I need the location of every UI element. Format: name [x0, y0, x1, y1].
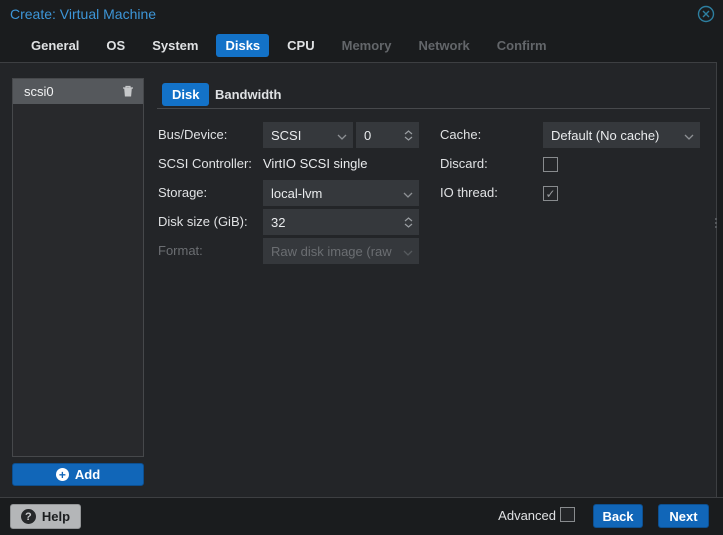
- scsi-controller-label: SCSI Controller:: [158, 156, 252, 171]
- tab-memory: Memory: [341, 37, 392, 53]
- chevron-down-icon: [403, 186, 413, 201]
- cache-combo[interactable]: Default (No cache): [543, 122, 700, 148]
- format-label: Format:: [158, 243, 203, 258]
- next-button[interactable]: Next: [658, 504, 709, 528]
- subtab-bandwidth[interactable]: Bandwidth: [205, 83, 291, 106]
- format-combo: Raw disk image (raw: [263, 238, 419, 264]
- close-icon[interactable]: [697, 5, 715, 23]
- disk-size-spinner[interactable]: 32: [263, 209, 419, 235]
- io-thread-label: IO thread:: [440, 185, 498, 200]
- tab-confirm: Confirm: [496, 37, 547, 53]
- disks-panel: scsi0 + Add Disk Bandwidth Bus/Device: S…: [0, 62, 717, 497]
- wizard-tabbar: General OS System Disks CPU Memory Netwo…: [0, 28, 723, 62]
- cache-combo-value: Default (No cache): [551, 127, 660, 143]
- io-thread-checkbox[interactable]: ✓: [543, 186, 558, 201]
- disk-list-item-scsi0[interactable]: scsi0: [13, 79, 143, 104]
- subtab-separator: [157, 108, 710, 109]
- discard-label: Discard:: [440, 156, 488, 171]
- add-disk-button[interactable]: + Add: [12, 463, 144, 486]
- disk-size-value: 32: [271, 214, 286, 230]
- discard-checkbox[interactable]: ✓: [543, 157, 558, 172]
- chevron-down-icon: [684, 128, 694, 143]
- panel-resize-handle[interactable]: [715, 218, 717, 244]
- delete-disk-icon[interactable]: [122, 85, 135, 99]
- dialog-footer: ? Help Advanced ✓ Back Next: [0, 497, 723, 535]
- add-button-label: Add: [74, 467, 101, 482]
- storage-label: Storage:: [158, 185, 208, 200]
- device-number-spinner[interactable]: 0: [356, 122, 419, 148]
- question-glyph: ?: [25, 510, 32, 523]
- storage-combo-value: local-lvm: [271, 185, 323, 201]
- chevron-down-icon: [337, 128, 347, 143]
- format-combo-value: Raw disk image (raw: [271, 243, 392, 259]
- spinner-arrows-icon[interactable]: [404, 216, 413, 228]
- tab-network: Network: [418, 37, 470, 53]
- chevron-down-icon: [403, 244, 413, 259]
- dialog-titlebar: Create: Virtual Machine: [0, 0, 723, 28]
- dialog-title: Create: Virtual Machine: [10, 6, 157, 22]
- advanced-checkbox[interactable]: ✓: [560, 507, 575, 522]
- tab-general[interactable]: General: [22, 34, 88, 57]
- subtab-disk[interactable]: Disk: [162, 83, 210, 106]
- bus-combo[interactable]: SCSI: [263, 122, 353, 148]
- disk-size-label: Disk size (GiB):: [158, 214, 248, 229]
- tab-disks[interactable]: Disks: [216, 33, 270, 57]
- disk-list: scsi0: [12, 78, 144, 457]
- help-button[interactable]: ? Help: [10, 504, 81, 529]
- storage-combo[interactable]: local-lvm: [263, 180, 419, 206]
- cache-label: Cache:: [440, 127, 482, 142]
- bus-device-label: Bus/Device:: [158, 127, 228, 142]
- tab-os[interactable]: OS: [97, 34, 134, 57]
- bus-combo-value: SCSI: [271, 127, 302, 143]
- advanced-label: Advanced: [498, 508, 556, 523]
- check-icon: ✓: [545, 186, 556, 201]
- help-button-label: Help: [41, 509, 71, 524]
- plus-circle-icon: +: [55, 467, 69, 482]
- back-button[interactable]: Back: [593, 504, 643, 528]
- device-number-value: 0: [364, 127, 372, 143]
- plus-glyph: +: [58, 467, 66, 482]
- question-circle-icon: ?: [20, 509, 36, 524]
- spinner-arrows-icon[interactable]: [404, 129, 413, 141]
- tab-system[interactable]: System: [143, 34, 207, 57]
- tab-cpu[interactable]: CPU: [278, 34, 323, 57]
- scsi-controller-value: VirtIO SCSI single: [263, 156, 368, 171]
- disk-item-label: scsi0: [24, 84, 54, 99]
